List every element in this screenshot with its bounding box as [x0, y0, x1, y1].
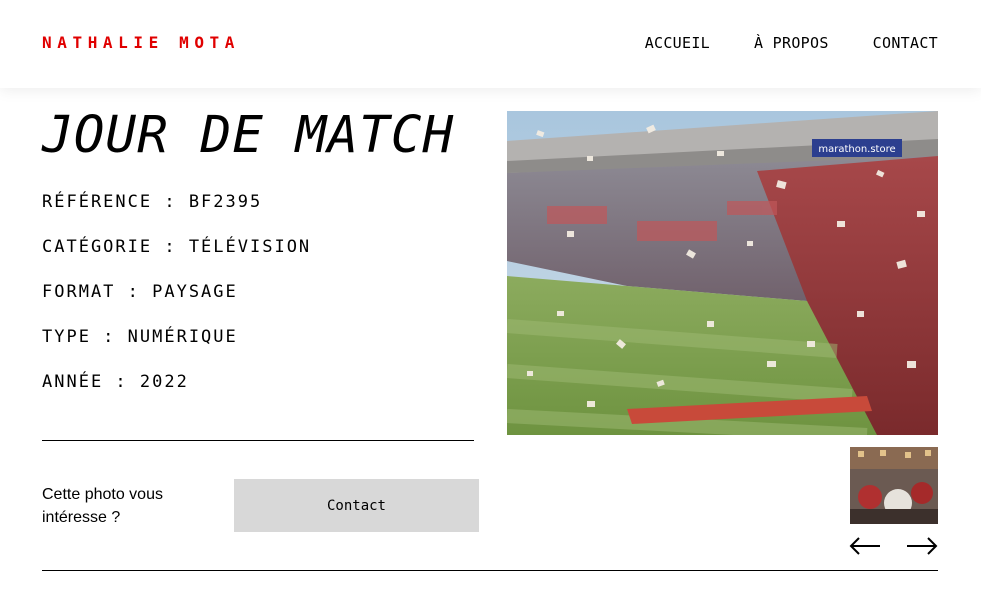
- site-logo[interactable]: NATHALIE MOTA: [42, 33, 240, 52]
- arrow-right-icon[interactable]: [906, 536, 938, 556]
- details-divider: [42, 440, 474, 441]
- detail-category: CATÉGORIE : TÉLÉVISION: [42, 237, 312, 257]
- site-header: NATHALIE MOTA ACCUEIL À PROPOS CONTACT: [0, 0, 981, 88]
- main-nav: ACCUEIL À PROPOS CONTACT: [645, 34, 938, 52]
- contact-question: Cette photo vous intéresse ?: [42, 486, 163, 526]
- detail-year: ANNÉE : 2022: [42, 372, 189, 392]
- detail-format: FORMAT : PAYSAGE: [42, 282, 238, 302]
- stadium-banner-text: marathon.store: [818, 144, 895, 155]
- nav-link-contact[interactable]: CONTACT: [873, 34, 938, 52]
- next-photo-thumbnail[interactable]: [850, 447, 938, 524]
- photo-title: JOUR DE MATCH: [42, 106, 455, 165]
- nav-link-accueil[interactable]: ACCUEIL: [645, 34, 710, 52]
- section-divider: [42, 570, 938, 571]
- contact-button[interactable]: Contact: [234, 479, 479, 532]
- photo-details: RÉFÉRENCE : BF2395 CATÉGORIE : TÉLÉVISIO…: [42, 192, 311, 417]
- main-photo: marathon.store: [507, 111, 938, 435]
- arrow-left-icon[interactable]: [849, 536, 881, 556]
- nav-link-a-propos[interactable]: À PROPOS: [754, 34, 829, 52]
- detail-type: TYPE : NUMÉRIQUE: [42, 327, 238, 347]
- detail-reference: RÉFÉRENCE : BF2395: [42, 192, 263, 212]
